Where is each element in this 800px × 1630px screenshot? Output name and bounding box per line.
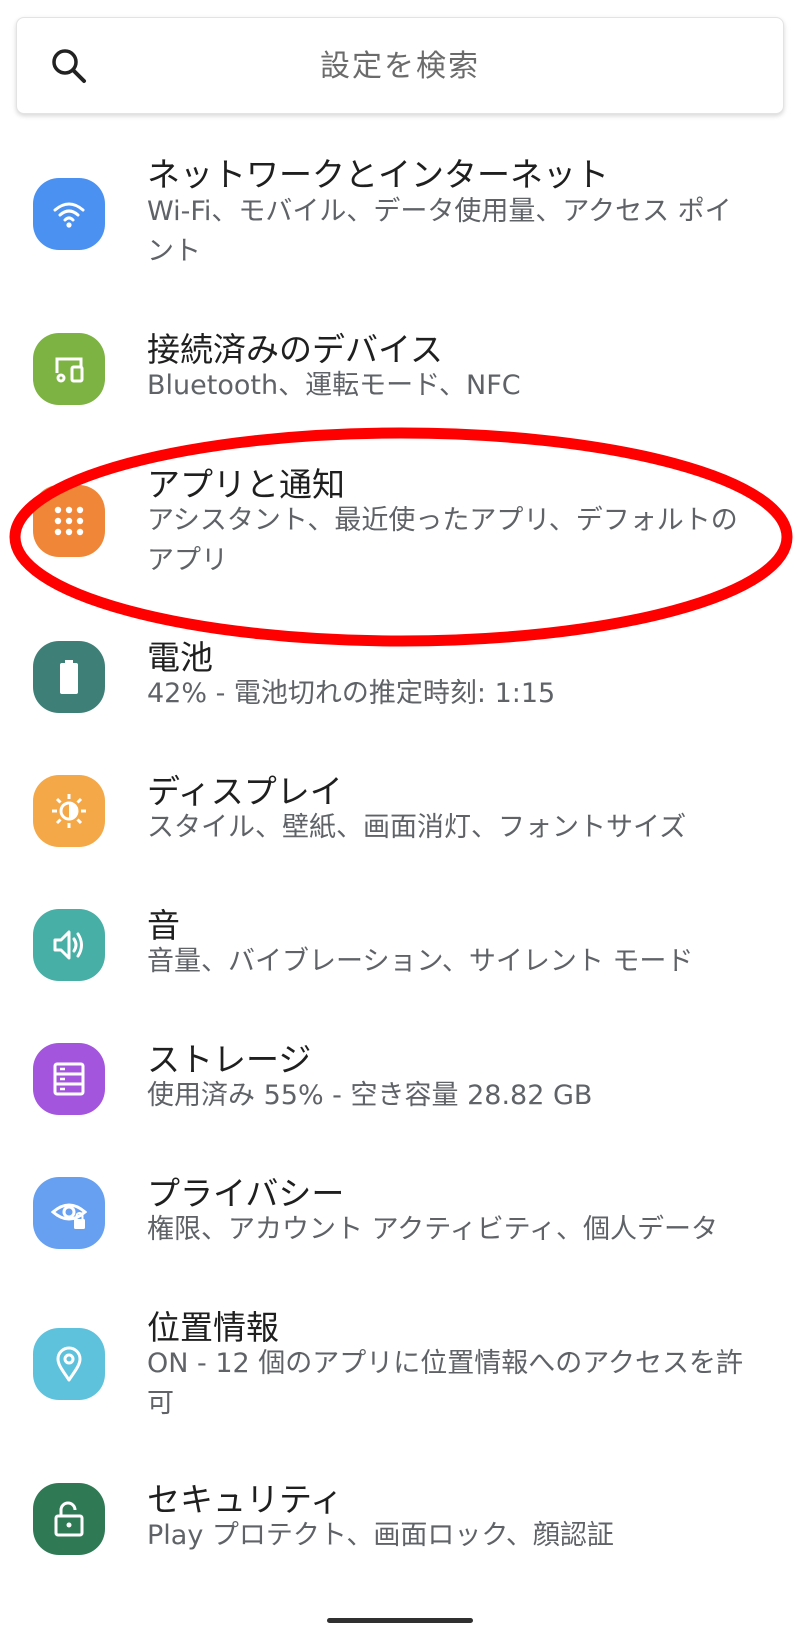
setting-storage[interactable]: ストレージ 使用済み 55% - 空き容量 28.82 GB <box>0 1040 800 1150</box>
setting-subtitle: 権限、アカウント アクティビティ、個人データ <box>147 1214 718 1245</box>
setting-title: ディスプレイ <box>147 772 343 811</box>
battery-icon-badge <box>33 641 105 713</box>
setting-subtitle: スタイル、壁紙、画面消灯、フォントサイズ <box>147 812 687 843</box>
setting-network-internet[interactable]: ネットワークとインターネット Wi-Fi、モバイル、データ使用量、アクセス ポイ… <box>0 150 800 295</box>
setting-subtitle: 42% - 電池切れの推定時刻: 1:15 <box>147 678 556 709</box>
setting-battery[interactable]: 電池 42% - 電池切れの推定時刻: 1:15 <box>0 638 800 748</box>
wifi-icon <box>53 202 85 228</box>
setting-title: 位置情報 <box>147 1308 279 1347</box>
apps-grid-icon <box>54 506 84 536</box>
home-indicator[interactable] <box>327 1618 473 1623</box>
setting-apps-notifications[interactable]: アプリと通知 アシスタント、最近使ったアプリ、デフォルトのアプリ <box>0 465 800 595</box>
battery-icon <box>60 660 78 694</box>
settings-list: ネットワークとインターネット Wi-Fi、モバイル、データ使用量、アクセス ポイ… <box>0 0 800 1630</box>
location-icon-badge <box>33 1328 105 1400</box>
setting-title: 音 <box>147 906 180 945</box>
setting-title: 接続済みのデバイス <box>147 330 444 369</box>
privacy-eye-icon <box>51 1203 87 1229</box>
location-pin-icon <box>56 1346 82 1382</box>
setting-subtitle: Play プロテクト、画面ロック、顔認証 <box>147 1520 614 1551</box>
setting-connected-devices[interactable]: 接続済みのデバイス Bluetooth、運転モード、NFC <box>0 330 800 440</box>
setting-security[interactable]: セキュリティ Play プロテクト、画面ロック、顔認証 <box>0 1480 800 1590</box>
setting-display[interactable]: ディスプレイ スタイル、壁紙、画面消灯、フォントサイズ <box>0 772 800 882</box>
setting-subtitle: ON - 12 個のアプリに位置情報へのアクセスを許可 <box>147 1348 743 1419</box>
setting-sound[interactable]: 音 音量、バイブレーション、サイレント モード <box>0 906 800 1016</box>
storage-icon-badge <box>33 1043 105 1115</box>
setting-title: ネットワークとインターネット <box>147 155 609 194</box>
network-icon-badge <box>33 178 105 250</box>
sound-icon-badge <box>33 909 105 981</box>
privacy-icon-badge <box>33 1177 105 1249</box>
setting-subtitle: 使用済み 55% - 空き容量 28.82 GB <box>147 1080 593 1111</box>
setting-location[interactable]: 位置情報 ON - 12 個のアプリに位置情報へのアクセスを許可 <box>0 1308 800 1448</box>
setting-subtitle: Bluetooth、運転モード、NFC <box>147 370 521 401</box>
apps-icon-badge <box>33 485 105 557</box>
setting-title: 電池 <box>147 638 213 677</box>
setting-subtitle: 音量、バイブレーション、サイレント モード <box>147 946 694 977</box>
setting-title: ストレージ <box>147 1040 312 1079</box>
security-icon-badge <box>33 1483 105 1555</box>
setting-subtitle: Wi-Fi、モバイル、データ使用量、アクセス ポイント <box>147 196 732 267</box>
storage-icon <box>53 1062 85 1096</box>
sound-icon <box>53 930 83 960</box>
brightness-icon <box>52 794 86 828</box>
settings-screen: 設定を検索 ネットワークとインターネット Wi-Fi、モバイル、データ使用量、ア… <box>0 0 800 1630</box>
setting-title: セキュリティ <box>147 1480 344 1519</box>
setting-title: プライバシー <box>147 1174 345 1213</box>
display-icon-badge <box>33 775 105 847</box>
devices-icon <box>55 357 84 383</box>
setting-title: アプリと通知 <box>147 465 345 504</box>
setting-privacy[interactable]: プライバシー 権限、アカウント アクティビティ、個人データ <box>0 1174 800 1284</box>
unlock-icon <box>54 1501 84 1537</box>
devices-icon-badge <box>33 333 105 405</box>
setting-subtitle: アシスタント、最近使ったアプリ、デフォルトのアプリ <box>147 505 738 576</box>
